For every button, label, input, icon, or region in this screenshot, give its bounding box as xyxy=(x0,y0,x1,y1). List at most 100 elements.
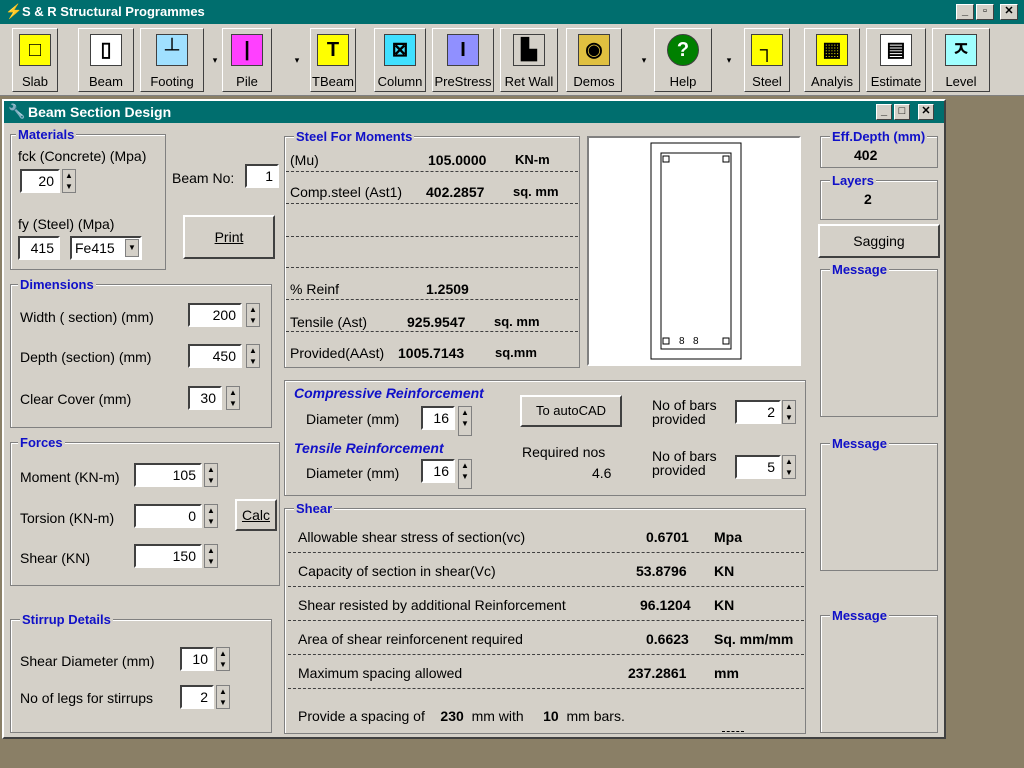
shear-spinner[interactable]: ▲ ▼ xyxy=(204,544,218,568)
toolbar-button-tbeam[interactable]: T TBeam xyxy=(310,28,356,92)
tens-dia-spinner[interactable]: ▲ ▼ xyxy=(458,459,472,489)
ast1-label: Comp.steel (Ast1) xyxy=(290,184,403,200)
shear-row: Maximum spacing allowed 237.2861 mm xyxy=(286,657,806,691)
autocad-label: To autoCAD xyxy=(535,403,607,418)
comp-bars-input[interactable]: 2 xyxy=(735,400,781,424)
shear-row-divider xyxy=(288,688,804,689)
tens-dia-input[interactable]: 16 xyxy=(421,459,455,483)
window-close-button[interactable]: ✕ xyxy=(918,104,934,120)
aast-value: 1005.7143 xyxy=(398,345,465,361)
torsion-spinner[interactable]: ▲ ▼ xyxy=(204,504,218,528)
minimize-button[interactable]: _ xyxy=(956,4,974,20)
shear-row: Area of shear reinforcenent required 0.66… xyxy=(286,623,806,657)
toolbar-label: Demos xyxy=(573,74,615,89)
toolbar-button-estimate[interactable]: ▤ Estimate xyxy=(866,28,926,92)
toolbar-button-prestress[interactable]: I PreStress xyxy=(432,28,494,92)
level-icon: ㅈ xyxy=(945,34,977,66)
torsion-input[interactable]: 0 xyxy=(134,504,202,528)
layers-value: 2 xyxy=(864,191,872,207)
steel-row-divider xyxy=(286,203,578,204)
toolbar-dropdown-arrow[interactable]: ▾ xyxy=(722,28,736,92)
fck-spinner[interactable]: ▲ ▼ xyxy=(62,169,76,193)
comp-bars-spinner[interactable]: ▲ ▼ xyxy=(782,400,796,424)
app-icon: ⚡ xyxy=(5,3,23,19)
tensile-reinforcement-label: Tensile Reinforcement xyxy=(294,440,444,456)
dimensions-label: Dimensions xyxy=(18,277,96,292)
width-spinner[interactable]: ▲ ▼ xyxy=(246,303,260,327)
fck-input[interactable]: 20 xyxy=(20,169,60,193)
print-button[interactable]: Print xyxy=(183,215,275,259)
toolbar-label: Column xyxy=(377,74,423,89)
toolbar-button-level[interactable]: ㅈ Level xyxy=(932,28,990,92)
calc-button[interactable]: Calc xyxy=(235,499,277,531)
steel-row-divider xyxy=(286,236,578,237)
fy-input[interactable]: 415 xyxy=(18,236,60,260)
legs-input[interactable]: 2 xyxy=(180,685,214,709)
comp-dia-input[interactable]: 16 xyxy=(421,406,455,430)
toolbar-dropdown-arrow[interactable]: ▾ xyxy=(290,28,304,92)
prestress-icon: I xyxy=(447,34,479,66)
toolbar-button-help[interactable]: ? Help xyxy=(654,28,712,92)
tens-bars-spinner[interactable]: ▲ ▼ xyxy=(782,455,796,479)
toolbar-button-demos[interactable]: ◉ Demos xyxy=(566,28,622,92)
spacing-line: Provide a spacing of 230 mm with 10 mm b… xyxy=(298,708,625,724)
toolbar-button-pile[interactable]: | Pile xyxy=(222,28,272,92)
sagging-button[interactable]: Sagging xyxy=(818,224,940,258)
legs-spinner[interactable]: ▲ ▼ xyxy=(216,685,230,709)
toolbar-button-column[interactable]: ⊠ Column xyxy=(374,28,426,92)
toolbar-button-ret-wall[interactable]: ▙ Ret Wall xyxy=(500,28,558,92)
shear-dia-spinner[interactable]: ▲ ▼ xyxy=(216,647,230,671)
shear-rows: Allowable shear stress of section(vc) 0.6… xyxy=(286,521,806,691)
width-input[interactable]: 200 xyxy=(188,303,242,327)
shear-row-value: 0.6701 xyxy=(646,529,689,545)
toolbar-button-analyis[interactable]: ▦ Analyis xyxy=(804,28,860,92)
moment-input[interactable]: 105 xyxy=(134,463,202,487)
steel-grade-select[interactable]: Fe415 ▼ xyxy=(70,236,142,260)
restore-button[interactable]: ▫ xyxy=(976,4,994,20)
print-label: Print xyxy=(214,229,244,245)
shear-dia-label: Shear Diameter (mm) xyxy=(20,653,155,669)
message-box-3 xyxy=(820,615,938,733)
toolbar-label: Pile xyxy=(236,74,258,89)
toolbar-button-beam[interactable]: ▯ Beam xyxy=(78,28,134,92)
toolbar-label: Estimate xyxy=(870,74,922,89)
toolbar-label: Beam xyxy=(89,74,123,89)
shear-dia-input[interactable]: 10 xyxy=(180,647,214,671)
toolbar-button-slab[interactable]: □ Slab xyxy=(12,28,58,92)
toolbar-button-footing[interactable]: ┴ Footing xyxy=(140,28,204,92)
window-maximize-button[interactable]: □ xyxy=(894,104,910,120)
tens-bars-label: No of bars provided xyxy=(652,448,717,478)
tens-bars-input[interactable]: 5 xyxy=(735,455,781,479)
close-button[interactable]: ✕ xyxy=(1000,4,1018,20)
comp-bars-label: No of bars provided xyxy=(652,397,717,427)
shear-row-divider xyxy=(288,552,804,553)
shear-input[interactable]: 150 xyxy=(134,544,202,568)
moment-spinner[interactable]: ▲ ▼ xyxy=(204,463,218,487)
depth-label: Depth (section) (mm) xyxy=(20,349,152,365)
beam-section-window: 🔧 Beam Section Design _ □ ✕ Materials fc… xyxy=(2,99,946,739)
bar-dia-value: 10 xyxy=(543,708,559,724)
depth-input[interactable]: 450 xyxy=(188,344,242,368)
depth-spinner[interactable]: ▲ ▼ xyxy=(246,344,260,368)
autocad-button[interactable]: To autoCAD xyxy=(520,395,622,427)
aast-label: Provided(AAst) xyxy=(290,345,385,361)
ast-value: 925.9547 xyxy=(407,314,466,330)
cover-spinner[interactable]: ▲ ▼ xyxy=(226,386,240,410)
svg-text:8: 8 xyxy=(693,336,699,347)
shear-row-divider xyxy=(288,586,804,587)
shear-row-label: Capacity of section in shear(Vc) xyxy=(298,563,496,579)
message-label-2: Message xyxy=(830,436,889,451)
toolbar-dropdown-arrow[interactable]: ▾ xyxy=(208,28,222,92)
toolbar-button-steel[interactable]: ┐ Steel xyxy=(744,28,790,92)
comp-dia-spinner[interactable]: ▲ ▼ xyxy=(458,406,472,436)
reinf-value: 1.2509 xyxy=(426,281,469,297)
chevron-down-icon: ▼ xyxy=(125,239,139,257)
ast-label: Tensile (Ast) xyxy=(290,314,368,330)
steel-row-divider xyxy=(286,331,578,332)
shear-row: Shear resisted by additional Reinforceme… xyxy=(286,589,806,623)
cursor-mark xyxy=(722,731,744,732)
toolbar-dropdown-arrow[interactable]: ▾ xyxy=(637,28,651,92)
beam-no-input[interactable]: 1 xyxy=(245,164,279,188)
cover-input[interactable]: 30 xyxy=(188,386,222,410)
window-minimize-button[interactable]: _ xyxy=(876,104,892,120)
